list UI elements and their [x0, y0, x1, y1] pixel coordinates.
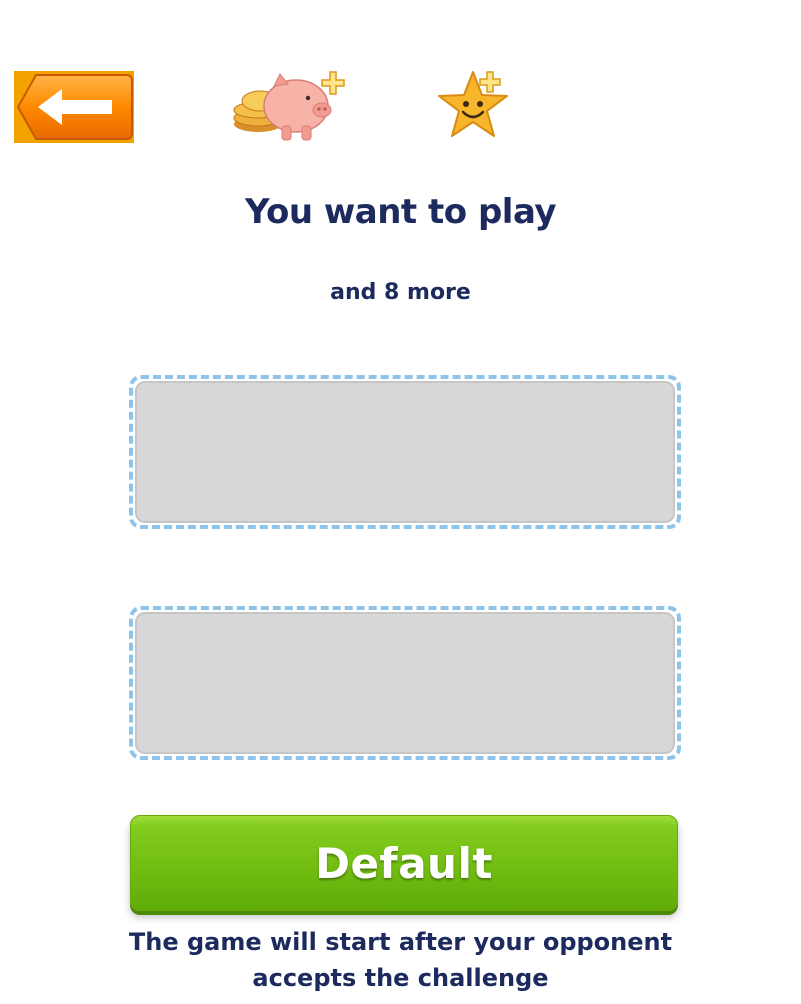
arrow-left-icon [16, 74, 133, 140]
default-button[interactable]: Default [130, 815, 678, 911]
opponent-slot-1[interactable] [129, 375, 681, 529]
opponent-slot-2[interactable] [129, 606, 681, 760]
piggy-bank-add-icon [233, 71, 345, 141]
add-coins-button[interactable] [230, 68, 348, 146]
players-count-subtitle: and 8 more [330, 280, 471, 305]
default-button-label: Default [315, 838, 493, 888]
opponent-slot-placeholder [135, 612, 675, 754]
challenge-info-text: The game will start after your opponent … [128, 928, 673, 992]
star-add-icon [438, 71, 508, 137]
opponent-slot-placeholder [135, 381, 675, 523]
back-button[interactable] [14, 71, 134, 143]
page-title: You want to play [244, 192, 557, 232]
add-stars-button[interactable] [435, 68, 513, 144]
